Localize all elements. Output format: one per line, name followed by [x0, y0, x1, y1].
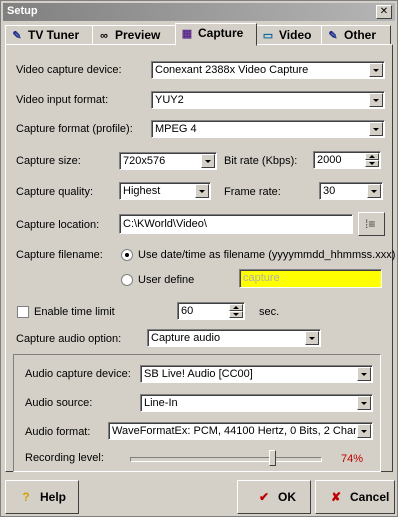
tab-preview[interactable]: ∞ Preview: [92, 25, 176, 45]
recording-level-value: 74%: [341, 453, 364, 465]
audio-source-select[interactable]: Line-In: [140, 394, 373, 412]
decrement-icon[interactable]: [365, 160, 379, 167]
help-button[interactable]: ? Help: [5, 480, 79, 514]
video-capture-device-value: Conexant 2388x Video Capture: [155, 64, 309, 76]
enable-time-limit-label: Enable time limit: [34, 306, 115, 318]
time-limit-stepper[interactable]: 60: [177, 302, 245, 320]
capture-filename-label: Capture filename:: [16, 249, 103, 261]
tab-tv-tuner[interactable]: ✎ TV Tuner: [5, 25, 93, 45]
tab-other[interactable]: ✎ Other: [321, 25, 391, 45]
recording-level-slider-track[interactable]: [130, 457, 322, 462]
tab-strip: ✎ TV Tuner ∞ Preview ▦ Capture ▭ Video ✎ Othe…: [5, 23, 393, 46]
chevron-down-icon[interactable]: [357, 396, 371, 410]
capture-format-value: MPEG 4: [155, 123, 197, 135]
radio-use-datetime[interactable]: [121, 249, 133, 261]
increment-icon[interactable]: [229, 304, 243, 311]
ok-button[interactable]: ✔ OK: [237, 480, 311, 514]
capture-audio-option-label: Capture audio option:: [16, 333, 122, 345]
title-bar: Setup ✕: [3, 3, 395, 21]
audio-format-select[interactable]: WaveFormatEx: PCM, 44100 Hertz, 0 Bits, …: [108, 422, 373, 440]
stepper-buttons: [365, 153, 379, 167]
video-input-format-select[interactable]: YUY2: [151, 91, 385, 109]
user-filename-value: capture: [243, 272, 280, 284]
frame-rate-label: Frame rate:: [224, 186, 281, 198]
video-capture-device-select[interactable]: Conexant 2388x Video Capture: [151, 61, 385, 79]
frame-rate-select[interactable]: 30: [319, 182, 383, 200]
help-icon: ?: [22, 490, 30, 504]
time-limit-value: 60: [181, 305, 194, 317]
window-title: Setup: [7, 5, 38, 17]
capture-quality-select[interactable]: Highest: [119, 182, 211, 200]
increment-icon[interactable]: [365, 153, 379, 160]
recording-level-label: Recording level:: [25, 452, 104, 464]
video-input-format-value: YUY2: [155, 94, 184, 106]
audio-format-value: WaveFormatEx: PCM, 44100 Hertz, 0 Bits, …: [112, 425, 356, 437]
chevron-down-icon[interactable]: [369, 122, 383, 136]
enable-time-limit-checkbox[interactable]: [17, 306, 29, 318]
capture-size-label: Capture size:: [16, 155, 81, 167]
chevron-down-icon[interactable]: [369, 93, 383, 107]
capture-quality-label: Capture quality:: [16, 186, 94, 198]
cancel-button-label: Cancel: [350, 490, 390, 504]
tab-label: Video: [279, 28, 312, 42]
tab-video[interactable]: ▭ Video: [256, 25, 322, 45]
bit-rate-stepper[interactable]: 2000: [313, 151, 381, 169]
satellite-dish-icon: ✎: [12, 30, 22, 42]
setup-window: Setup ✕ ✎ TV Tuner ∞ Preview ▦ Capture ▭ Vid…: [0, 0, 398, 517]
decrement-icon[interactable]: [229, 311, 243, 318]
tab-label: Capture: [198, 26, 244, 40]
audio-source-label: Audio source:: [25, 397, 93, 409]
time-limit-unit: sec.: [259, 306, 280, 318]
user-filename-input[interactable]: capture: [239, 269, 382, 288]
checkmark-icon: ✔: [258, 490, 270, 504]
tab-label: Preview: [115, 28, 161, 42]
close-button[interactable]: ✕: [376, 5, 392, 19]
chevron-down-icon[interactable]: [201, 154, 215, 168]
capture-format-select[interactable]: MPEG 4: [151, 120, 385, 138]
capture-size-select[interactable]: 720x576: [119, 152, 217, 170]
frame-rate-value: 30: [323, 185, 336, 197]
radio-use-datetime-label: Use date/time as filename (yyyymmdd_hhmm…: [138, 249, 396, 261]
recording-level-slider-thumb[interactable]: [269, 450, 277, 466]
chevron-down-icon[interactable]: [305, 331, 319, 345]
audio-format-label: Audio format:: [25, 426, 91, 438]
chevron-down-icon[interactable]: [195, 184, 209, 198]
chevron-down-icon[interactable]: [367, 184, 381, 198]
audio-capture-device-value: SB Live! Audio [CC00]: [144, 368, 253, 380]
folder-browse-icon: ⁞≡: [365, 217, 376, 231]
tab-label: Other: [344, 28, 377, 42]
video-input-format-label: Video input format:: [16, 94, 109, 106]
cancel-button[interactable]: ✘ Cancel: [315, 480, 395, 514]
bit-rate-value: 2000: [317, 154, 342, 166]
audio-source-value: Line-In: [144, 397, 178, 409]
film-icon: ▦: [181, 28, 193, 40]
browse-folder-button[interactable]: ⁞≡: [358, 212, 385, 236]
tab-label: TV Tuner: [28, 28, 80, 42]
video-capture-device-label: Video capture device:: [16, 64, 122, 76]
radio-user-define-label: User define: [138, 274, 195, 286]
bit-rate-label: Bit rate (Kbps):: [224, 155, 298, 167]
x-icon: ✘: [330, 490, 342, 504]
stepper-buttons: [229, 304, 243, 318]
tools-icon: ✎: [328, 30, 338, 42]
chevron-down-icon[interactable]: [357, 424, 371, 438]
capture-location-input[interactable]: C:\KWorld\Video\: [119, 214, 353, 234]
capture-format-label: Capture format (profile):: [16, 123, 133, 135]
capture-audio-option-value: Capture audio: [151, 332, 221, 344]
capture-quality-value: Highest: [123, 185, 161, 197]
capture-location-value: C:\KWorld\Video\: [123, 218, 207, 230]
audio-capture-device-select[interactable]: SB Live! Audio [CC00]: [140, 365, 373, 383]
radio-user-define[interactable]: [121, 274, 133, 286]
audio-capture-device-label: Audio capture device:: [25, 368, 131, 380]
chevron-down-icon[interactable]: [357, 367, 371, 381]
chevron-down-icon[interactable]: [369, 63, 383, 77]
help-button-label: Help: [40, 490, 67, 504]
glasses-icon: ∞: [100, 30, 108, 42]
tab-capture[interactable]: ▦ Capture: [175, 23, 257, 46]
monitor-icon: ▭: [262, 30, 274, 42]
capture-audio-option-select[interactable]: Capture audio: [147, 329, 321, 347]
ok-button-label: OK: [278, 490, 296, 504]
capture-size-value: 720x576: [123, 155, 166, 167]
capture-location-label: Capture location:: [16, 219, 100, 231]
